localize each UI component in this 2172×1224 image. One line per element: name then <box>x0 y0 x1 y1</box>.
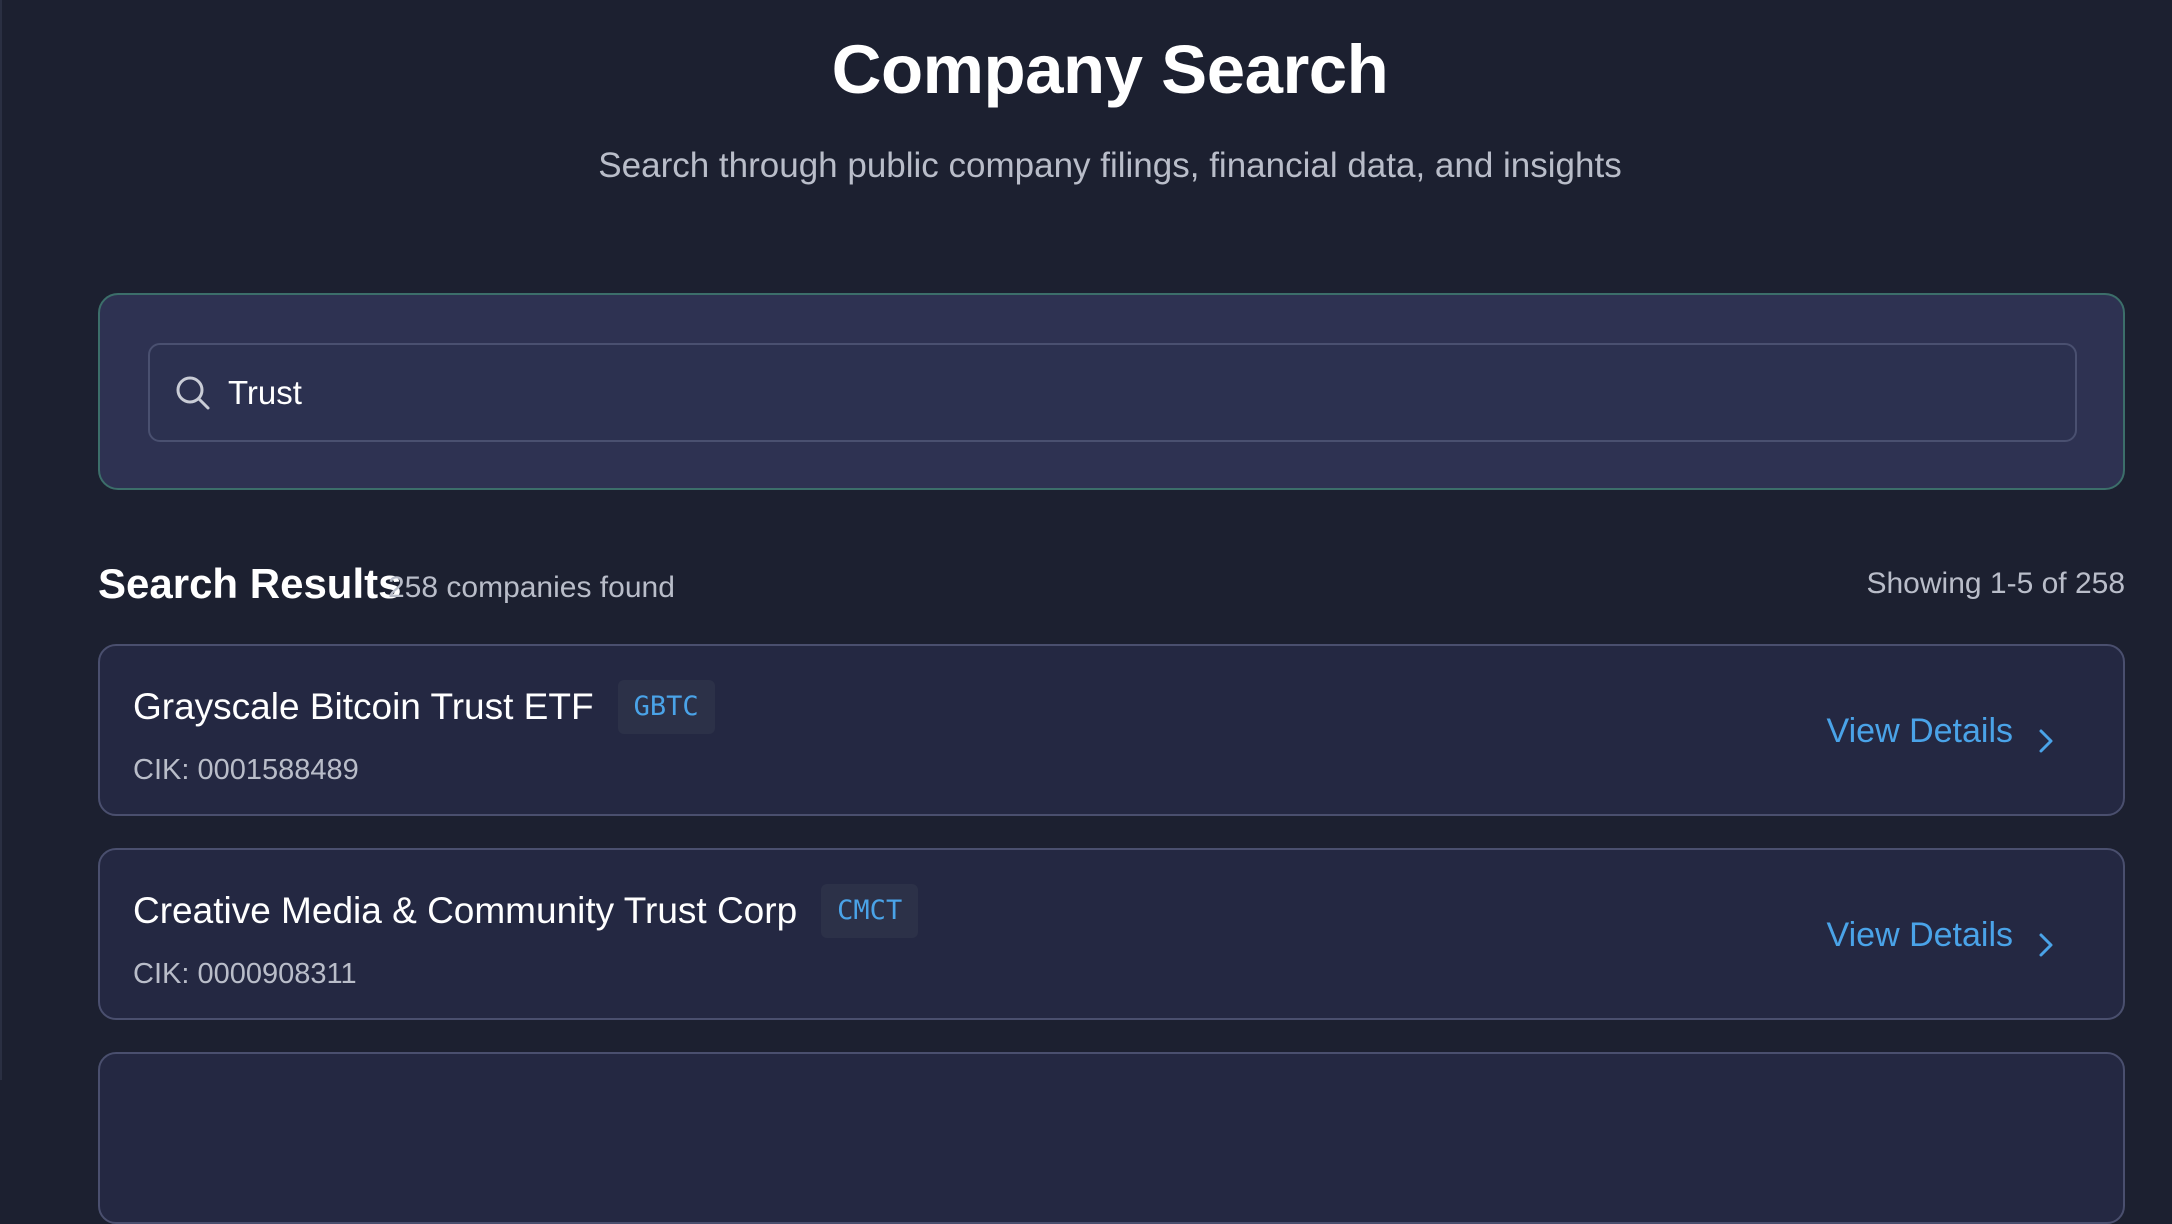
cik-number: CIK: 0001588489 <box>133 754 359 786</box>
result-card[interactable]: Grayscale Bitcoin Trust ETF GBTC CIK: 00… <box>98 644 2125 816</box>
view-details-label: View Details <box>1826 712 2013 750</box>
view-details-label: View Details <box>1826 916 2013 954</box>
cik-number: CIK: 0000908311 <box>133 958 357 990</box>
company-name: Creative Media & Community Trust Corp <box>133 890 798 931</box>
search-panel <box>98 293 2125 490</box>
results-count: 258 companies found <box>388 571 675 604</box>
result-card-partial[interactable] <box>98 1052 2125 1224</box>
search-box[interactable] <box>148 343 2077 442</box>
search-icon <box>174 374 212 412</box>
company-name: Grayscale Bitcoin Trust ETF <box>133 686 594 727</box>
ticker-badge: GBTC <box>617 680 715 734</box>
ticker-badge: CMCT <box>821 884 919 938</box>
results-range: Showing 1-5 of 258 <box>1866 567 2125 600</box>
search-input[interactable] <box>228 362 2075 423</box>
chevron-right-icon <box>2033 922 2059 957</box>
page-title: Company Search <box>831 31 1389 108</box>
page-subtitle: Search through public company filings, f… <box>598 146 1622 185</box>
view-details-link[interactable]: View Details <box>1827 706 2059 756</box>
results-header: Search Results 258 companies found Showi… <box>98 556 2125 612</box>
card-title-row: Creative Media & Community Trust Corp CM… <box>133 884 919 938</box>
view-details-link[interactable]: View Details <box>1827 910 2059 960</box>
chevron-right-icon <box>2033 718 2059 753</box>
result-card[interactable]: Creative Media & Community Trust Corp CM… <box>98 848 2125 1020</box>
results-title: Search Results <box>98 560 402 607</box>
card-title-row: Grayscale Bitcoin Trust ETF GBTC <box>133 680 715 734</box>
